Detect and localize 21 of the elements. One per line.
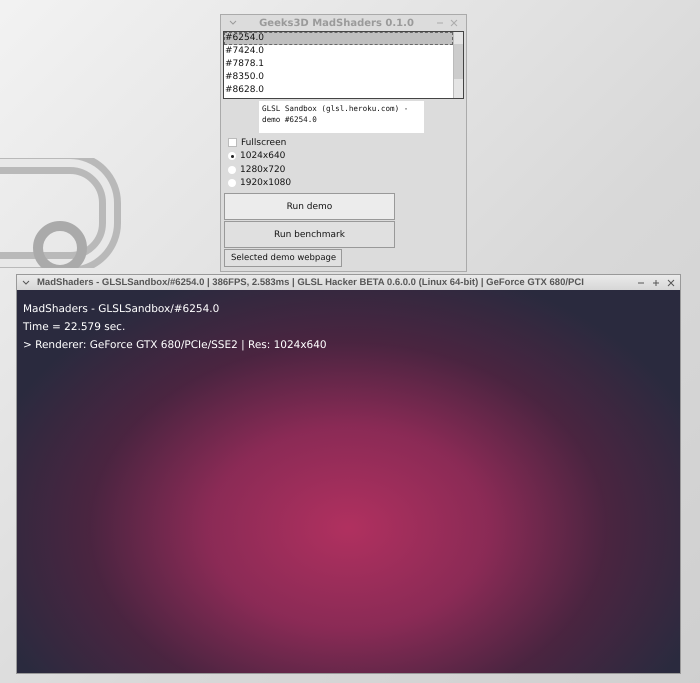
demo-list-item[interactable]: #6254.0: [224, 32, 453, 45]
resolution-radio[interactable]: 1280x720: [223, 163, 464, 176]
webpage-button[interactable]: Selected demo webpage: [224, 249, 342, 267]
close-icon[interactable]: [667, 278, 675, 286]
overlay-text: > Renderer: GeForce GTX 680/PCIe/SSE2 | Res: 1024x640: [23, 338, 328, 353]
run-benchmark-button[interactable]: Run benchmark: [224, 221, 395, 248]
demo-list-item[interactable]: #8350.0: [224, 71, 453, 84]
demo-list-item[interactable]: #7878.1: [224, 58, 453, 71]
overlay-text: Time = 22.579 sec.: [23, 320, 126, 335]
resolution-radio[interactable]: 1920x1080: [223, 176, 464, 190]
resolution-radio[interactable]: 1024x640: [223, 150, 464, 163]
window-title: MadShaders - GLSLSandbox/#6254.0 | 386FPS, 2.583ms | GLSL Hacker BETA 0.6.0.0 (Linux 64-bit) | GeForce GTX 680/PCI: [37, 277, 585, 288]
demo-list-item[interactable]: #8628.0: [224, 84, 453, 97]
overlay-text: MadShaders - GLSLSandbox/#6254.0: [23, 302, 220, 317]
run-demo-button[interactable]: Run demo: [224, 193, 395, 220]
window-menu-icon[interactable]: [22, 280, 30, 286]
maximize-icon[interactable]: [652, 278, 660, 286]
demo-list-item[interactable]: #7424.0: [224, 45, 453, 58]
fullscreen-checkbox[interactable]: Fullscreen: [223, 136, 464, 150]
scrollbar[interactable]: [453, 32, 463, 98]
window-title: Geeks3D MadShaders 0.1.0: [258, 18, 415, 28]
